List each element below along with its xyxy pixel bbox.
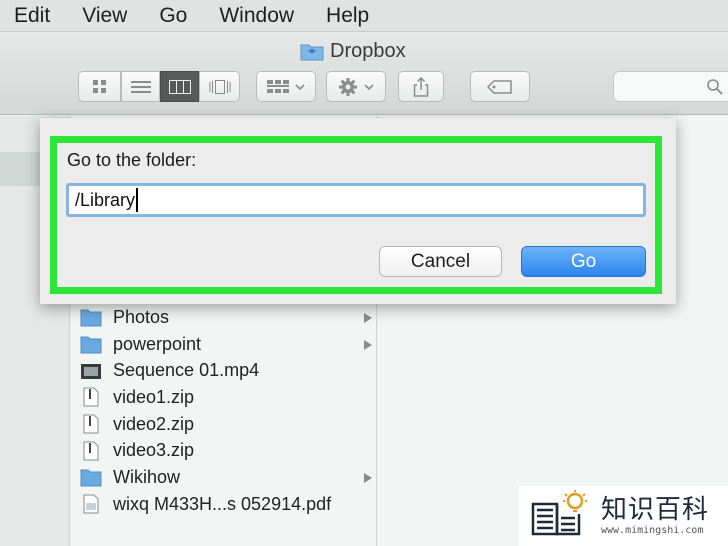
list-item[interactable]: video3.zip — [80, 437, 376, 464]
watermark: 知识百科 www.mimingshi.com — [519, 486, 728, 546]
share-icon — [413, 76, 429, 97]
coverflow-view-icon — [209, 79, 230, 94]
list-item[interactable]: video1.zip — [80, 384, 376, 411]
window-titlebar: Dropbox — [0, 33, 728, 115]
dropbox-folder-icon — [300, 44, 324, 61]
file-name: video2.zip — [113, 413, 195, 434]
list-item[interactable]: powerpoint — [80, 331, 376, 358]
file-list: Photos powerpoint Sequence 01.mp4 video1… — [80, 304, 376, 518]
search-field[interactable] — [613, 71, 728, 102]
folder-icon — [80, 469, 102, 487]
icon-view-button[interactable] — [78, 71, 121, 102]
video-file-icon — [81, 363, 101, 379]
disclosure-arrow-icon — [364, 339, 372, 350]
list-item[interactable]: Photos — [80, 304, 376, 331]
list-item[interactable]: Sequence 01.mp4 — [80, 357, 376, 384]
menu-go[interactable]: Go — [159, 4, 187, 28]
file-name: Photos — [113, 306, 170, 327]
arrange-icon — [267, 79, 289, 93]
menu-view[interactable]: View — [82, 4, 127, 28]
pdf-file-icon — [83, 494, 99, 514]
list-item[interactable]: Wikihow — [80, 464, 376, 491]
column-view-icon — [168, 79, 191, 94]
window-title-text: Dropbox — [330, 40, 406, 62]
zip-file-icon — [83, 441, 99, 461]
column-view-button[interactable] — [160, 71, 199, 102]
arrange-group — [256, 71, 316, 102]
file-name: video3.zip — [113, 440, 195, 461]
cancel-button[interactable]: Cancel — [379, 246, 502, 277]
file-name: powerpoint — [113, 333, 202, 354]
chevron-down-icon — [364, 83, 374, 90]
go-button[interactable]: Go — [521, 246, 646, 277]
list-item[interactable]: wixq M433H...s 052914.pdf — [80, 491, 376, 518]
zip-file-icon — [83, 387, 99, 407]
tag-button[interactable] — [470, 71, 530, 102]
file-name: video1.zip — [113, 386, 195, 407]
search-icon — [707, 79, 723, 95]
coverflow-view-button[interactable] — [199, 71, 240, 102]
folder-icon — [80, 309, 102, 327]
icon-view-icon — [92, 79, 106, 93]
folder-path-input[interactable]: /Library — [66, 183, 646, 217]
menu-edit[interactable]: Edit — [14, 4, 50, 28]
zip-file-icon — [83, 414, 99, 434]
dialog-label: Go to the folder: — [67, 150, 197, 170]
folder-icon — [80, 336, 102, 354]
watermark-text: 知识百科 www.mimingshi.com — [601, 495, 709, 537]
watermark-title: 知识百科 — [601, 495, 710, 525]
share-group — [398, 71, 444, 102]
disclosure-arrow-icon — [364, 473, 372, 484]
text-caret — [136, 188, 139, 212]
tag-icon — [487, 79, 512, 94]
action-group — [326, 71, 386, 102]
watermark-url: www.mimingshi.com — [601, 525, 704, 536]
list-view-icon — [130, 80, 151, 93]
menubar: Edit View Go Window Help — [0, 0, 728, 32]
file-name: Wikihow — [113, 466, 181, 487]
action-button[interactable] — [326, 71, 386, 102]
arrange-button[interactable] — [256, 71, 316, 102]
view-switcher — [78, 71, 240, 102]
file-name: wixq M433H...s 052914.pdf — [113, 493, 332, 514]
disclosure-arrow-icon — [364, 313, 372, 323]
list-item[interactable]: video2.zip — [80, 411, 376, 438]
folder-path-value: /Library — [75, 190, 136, 210]
share-button[interactable] — [398, 71, 444, 102]
list-view-button[interactable] — [121, 71, 160, 102]
menu-help[interactable]: Help — [326, 4, 369, 28]
gear-icon — [339, 77, 357, 96]
file-name: Sequence 01.mp4 — [113, 360, 260, 381]
window-title: Dropbox — [300, 40, 406, 63]
tag-group — [470, 71, 530, 102]
chevron-down-icon — [295, 83, 305, 90]
menu-window[interactable]: Window — [219, 4, 294, 28]
book-lightbulb-logo — [531, 490, 587, 536]
